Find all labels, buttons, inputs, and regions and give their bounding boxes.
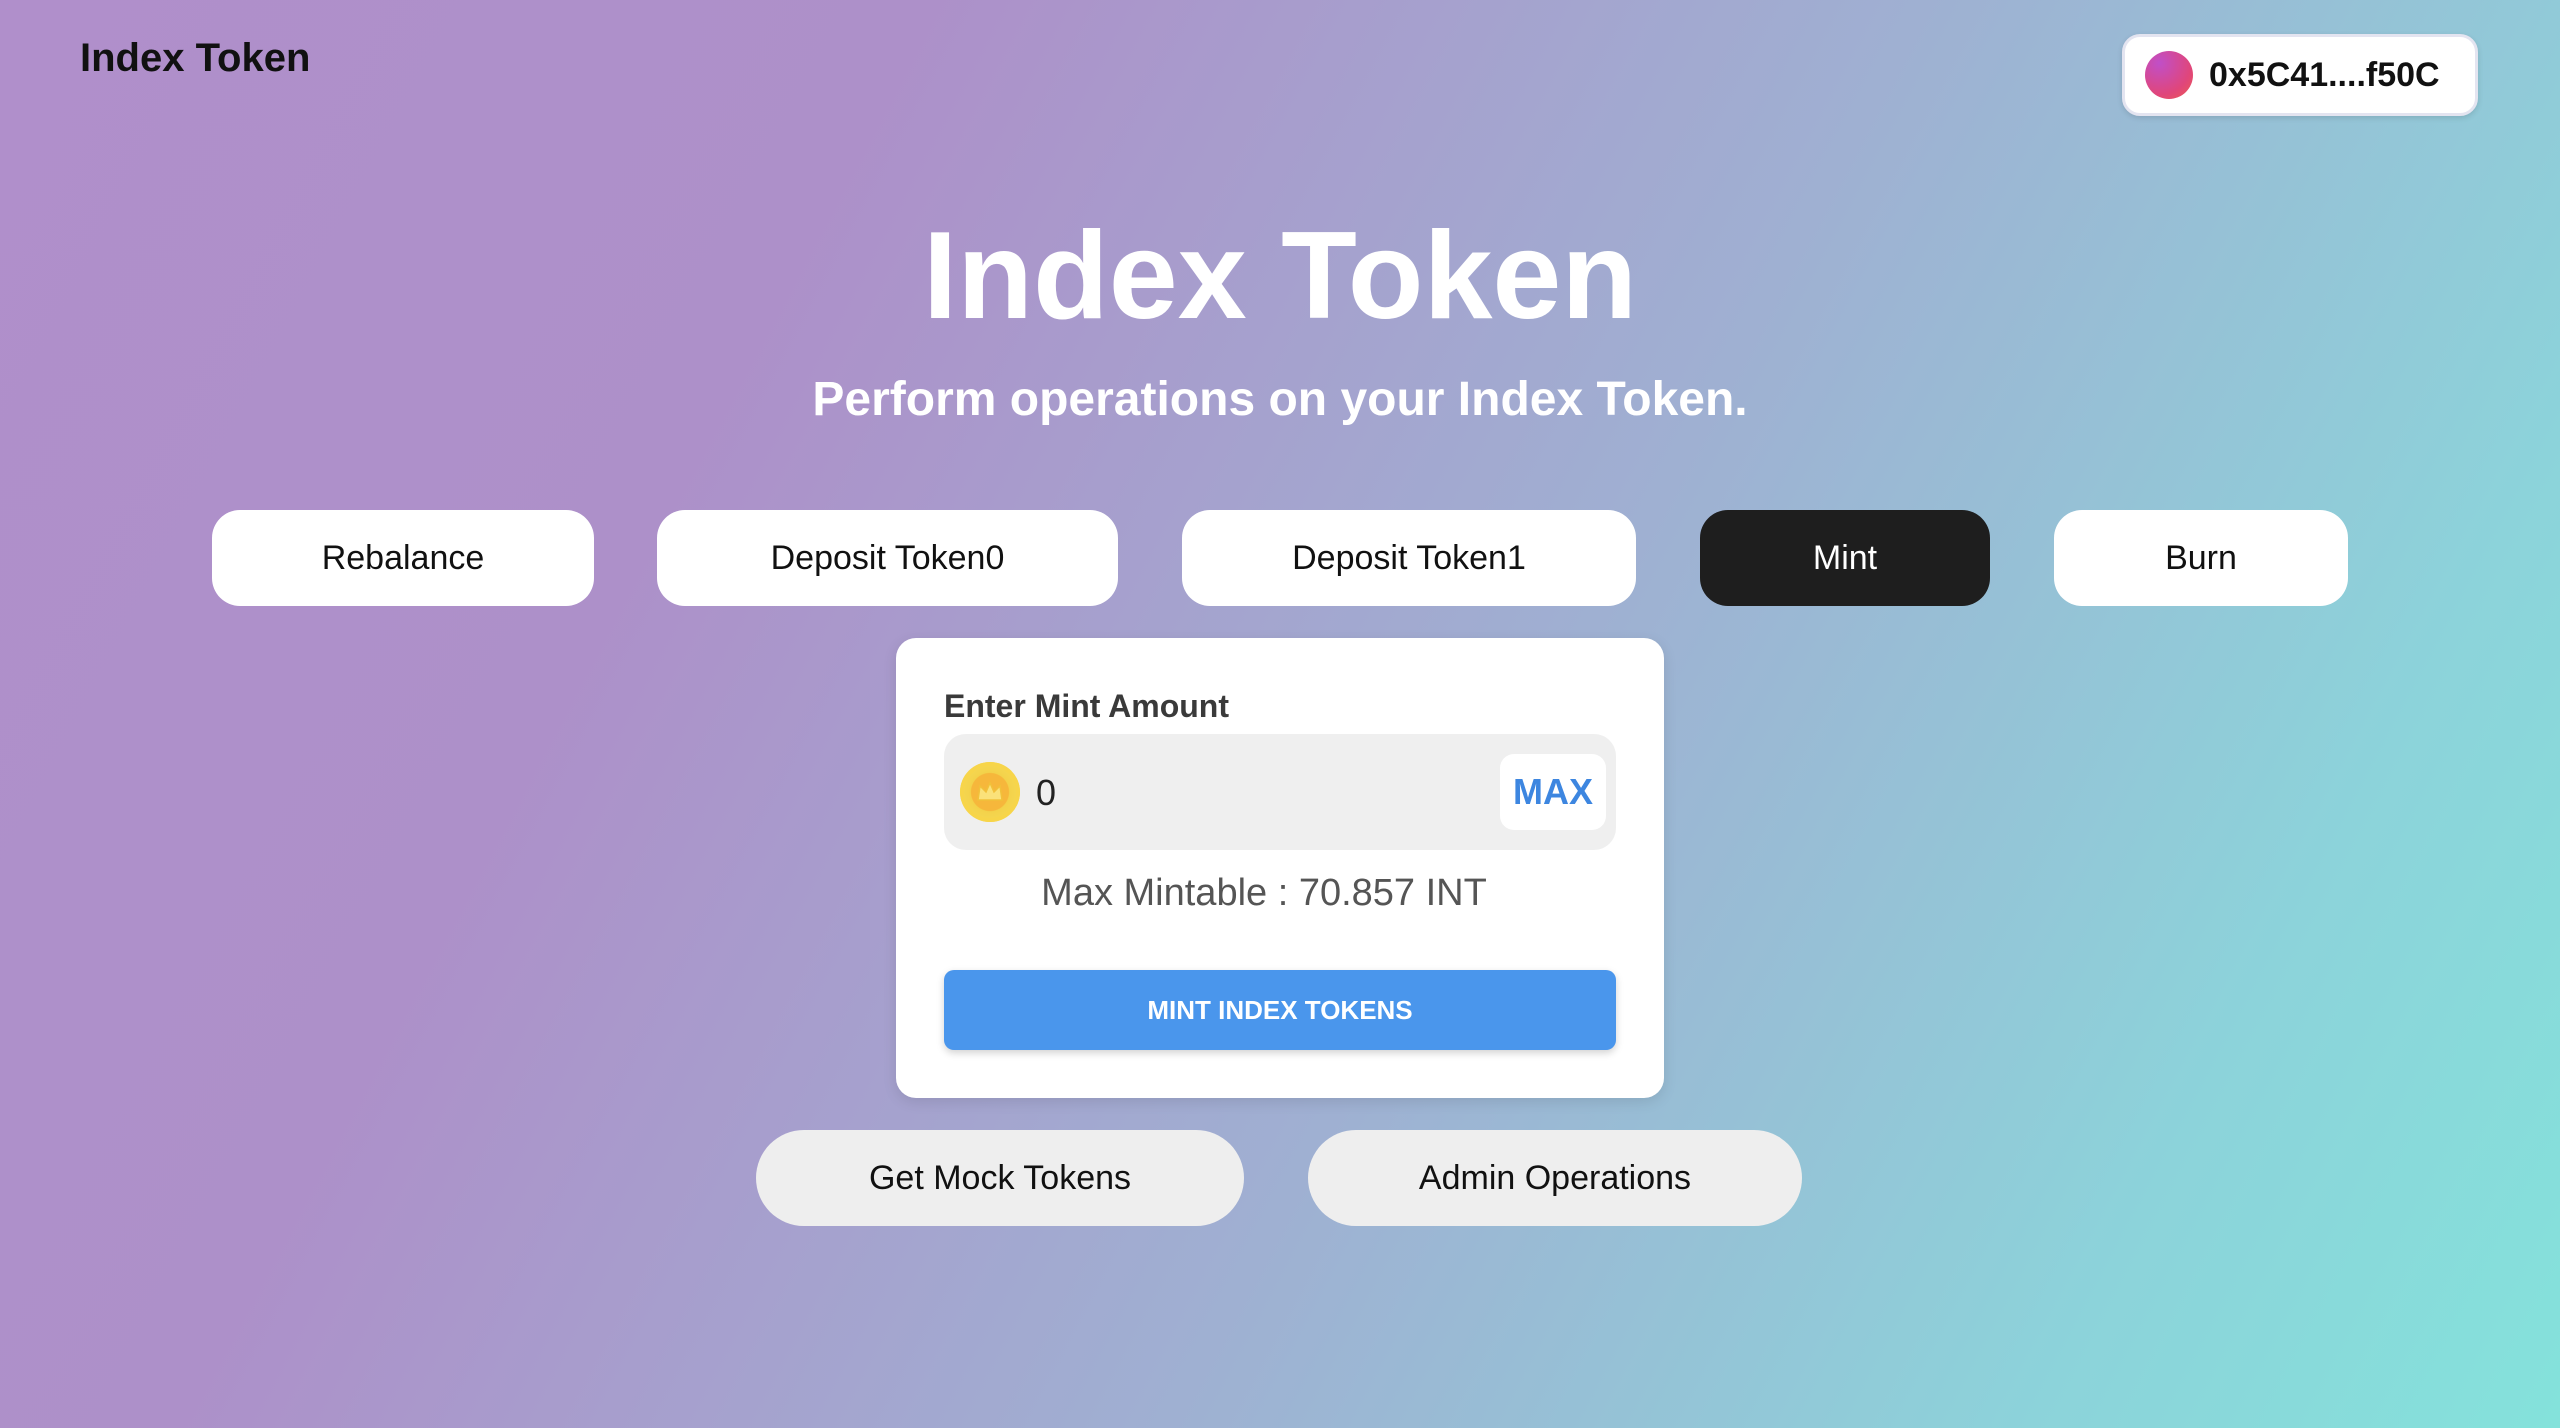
brand-logo-text: Index Token	[80, 36, 311, 80]
mint-index-tokens-button[interactable]: MINT INDEX TOKENS	[944, 970, 1616, 1050]
mint-amount-input[interactable]	[1034, 764, 1418, 822]
wallet-address: 0x5C41....f50C	[2209, 55, 2440, 94]
tab-deposit-token1[interactable]: Deposit Token1	[1182, 510, 1636, 606]
max-button[interactable]: MAX	[1500, 754, 1606, 830]
mint-card: Enter Mint Amount MAX Max Mintable : 70.…	[896, 638, 1664, 1098]
wallet-button[interactable]: 0x5C41....f50C	[2122, 34, 2478, 116]
admin-operations-button[interactable]: Admin Operations	[1308, 1130, 1802, 1226]
tab-rebalance[interactable]: Rebalance	[212, 510, 594, 606]
max-mintable-text: Max Mintable : 70.857 INT	[1041, 872, 1487, 914]
wallet-avatar-icon	[2145, 51, 2193, 99]
mint-amount-label: Enter Mint Amount	[944, 688, 1229, 724]
tab-deposit-token0[interactable]: Deposit Token0	[657, 510, 1118, 606]
page-title: Index Token	[922, 207, 1638, 345]
page-subtitle: Perform operations on your Index Token.	[812, 373, 1748, 426]
coin-icon	[960, 762, 1020, 822]
amount-field-container: MAX	[944, 734, 1616, 850]
tab-burn[interactable]: Burn	[2054, 510, 2348, 606]
tab-mint[interactable]: Mint	[1700, 510, 1990, 606]
get-mock-tokens-button[interactable]: Get Mock Tokens	[756, 1130, 1244, 1226]
